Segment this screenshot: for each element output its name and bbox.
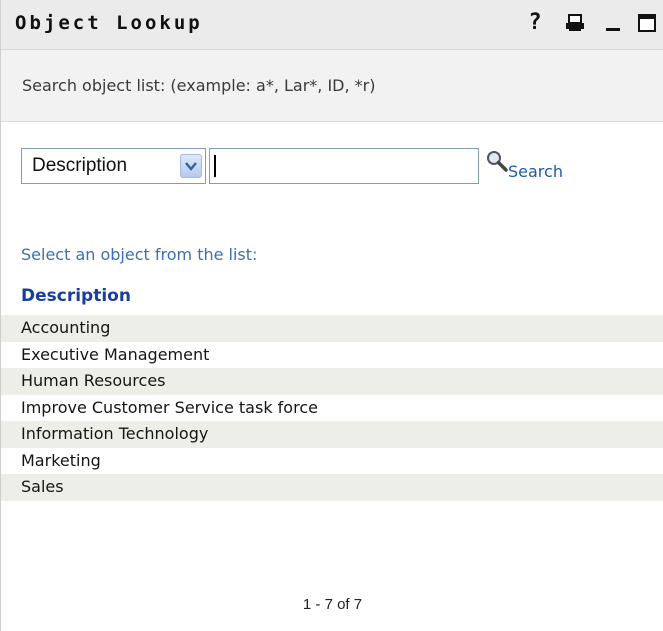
- chevron-down-icon[interactable]: [180, 154, 202, 178]
- list-item[interactable]: Sales: [1, 474, 663, 501]
- search-button-label: Search: [508, 162, 563, 181]
- help-icon[interactable]: ?: [522, 8, 548, 38]
- search-hint-bar: Search object list: (example: a*, Lar*, …: [1, 50, 663, 122]
- search-input[interactable]: [209, 148, 479, 184]
- maximize-icon[interactable]: [634, 8, 660, 38]
- list-item[interactable]: Human Resources: [1, 368, 663, 395]
- magnifier-icon: [487, 151, 508, 172]
- results-prompt: Select an object from the list:: [21, 245, 258, 264]
- text-caret: [214, 155, 216, 177]
- list-item[interactable]: Marketing: [1, 448, 663, 475]
- title-bar: Object Lookup ?: [1, 0, 663, 50]
- portlet-title: Object Lookup: [15, 12, 203, 34]
- object-lookup-portlet: Object Lookup ? Search object list: (exa…: [0, 0, 663, 631]
- list-item[interactable]: Executive Management: [1, 342, 663, 369]
- search-field-select[interactable]: Description: [21, 148, 206, 184]
- minimize-icon[interactable]: [600, 8, 626, 38]
- list-item[interactable]: Accounting: [1, 315, 663, 342]
- results-list: Accounting Executive Management Human Re…: [1, 315, 663, 501]
- pagination-status: 1 - 7 of 7: [302, 596, 363, 613]
- search-hint-text: Search object list: (example: a*, Lar*, …: [22, 76, 376, 95]
- search-field-select-value: Description: [32, 155, 128, 176]
- column-header-description[interactable]: Description: [21, 286, 131, 306]
- search-row: Description Search: [21, 146, 641, 186]
- print-icon[interactable]: [562, 8, 588, 38]
- list-item[interactable]: Improve Customer Service task force: [1, 395, 663, 422]
- list-item[interactable]: Information Technology: [1, 421, 663, 448]
